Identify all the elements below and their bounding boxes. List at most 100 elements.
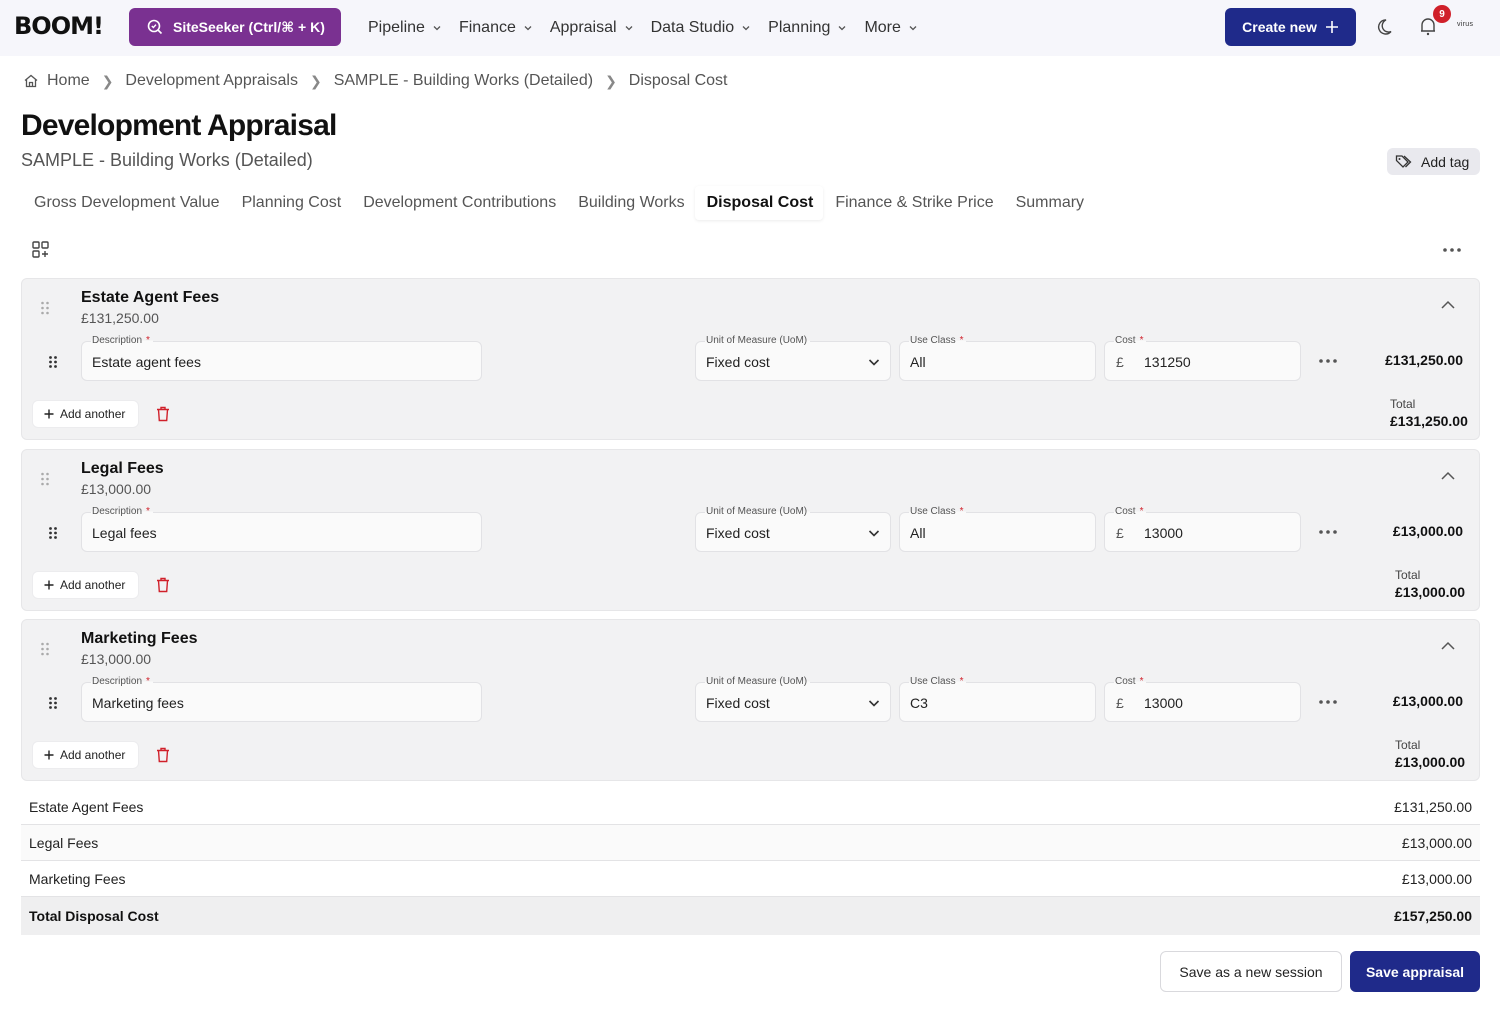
summary-row-value: £13,000.00: [1401, 834, 1472, 851]
nav-planning[interactable]: Planning: [768, 19, 847, 37]
section-total: £13,000.00: [1395, 754, 1466, 770]
plus-icon: [44, 580, 54, 590]
tab-disposal-cost[interactable]: Disposal Cost: [694, 186, 824, 220]
add-widget-grid-icon[interactable]: [31, 240, 51, 260]
tab-development-contributions[interactable]: Development Contributions: [351, 186, 566, 220]
summary-row-label: Legal Fees: [29, 834, 99, 851]
nav-data-studio[interactable]: Data Studio: [651, 19, 752, 37]
summary-row-value: £13,000.00: [1401, 870, 1472, 887]
add-another-button[interactable]: Add another: [32, 571, 139, 599]
nav-label: More: [864, 19, 901, 36]
tab-finance-strike-price[interactable]: Finance & Strike Price: [823, 186, 1003, 220]
row-more-options-icon[interactable]: [1318, 358, 1338, 364]
row-drag-handle-icon[interactable]: [48, 526, 58, 540]
drag-handle-icon[interactable]: [40, 300, 50, 316]
field-label: Cost *: [1114, 335, 1147, 346]
cost-field[interactable]: Cost * £ 13000: [1104, 676, 1301, 722]
siteseeker-search-button[interactable]: SiteSeeker (Ctrl/⌘ + K): [129, 8, 341, 46]
total-label: Total: [1395, 738, 1421, 752]
section-title: Legal Fees: [81, 460, 164, 477]
description-field[interactable]: Description * Marketing fees: [81, 676, 482, 722]
chevron-down-icon: [433, 26, 441, 31]
tab-summary[interactable]: Summary: [1004, 186, 1094, 220]
chevron-down-icon: [838, 26, 846, 31]
section-legal-fees: Legal Fees £13,000.00 Description * Legal…: [21, 449, 1480, 611]
description-value: Legal fees: [92, 525, 157, 541]
row-drag-handle-icon[interactable]: [48, 355, 58, 369]
user-menu[interactable]: virus: [1457, 21, 1473, 28]
save-appraisal-button[interactable]: Save appraisal: [1350, 951, 1480, 992]
field-label: Description *: [91, 335, 153, 346]
summary-row-value: £131,250.00: [1394, 798, 1472, 815]
summary-row: Marketing Fees £13,000.00: [21, 861, 1480, 897]
use-class-value: C3: [910, 695, 928, 711]
drag-handle-icon[interactable]: [40, 471, 50, 487]
chevron-up-icon[interactable]: [1440, 299, 1456, 311]
field-label: Unit of Measure (UoM): [705, 676, 811, 687]
add-another-button[interactable]: Add another: [32, 400, 139, 428]
disposal-cost-summary-table: Estate Agent Fees £131,250.00 Legal Fees…: [21, 789, 1480, 935]
dark-mode-toggle-icon[interactable]: [1377, 17, 1397, 37]
nav-pipeline[interactable]: Pipeline: [368, 19, 442, 37]
tab-gross-development-value[interactable]: Gross Development Value: [22, 186, 230, 220]
plus-icon: [1325, 21, 1338, 33]
use-class-field[interactable]: Use Class * All: [899, 506, 1096, 552]
main-menu: Pipeline Finance Appraisal Data Studio P…: [368, 0, 935, 56]
nav-label: Finance: [458, 19, 516, 36]
cost-value: 131250: [1144, 354, 1191, 370]
trash-icon[interactable]: [156, 406, 170, 422]
create-new-button[interactable]: Create new: [1225, 8, 1356, 46]
add-another-label: Add another: [60, 578, 126, 592]
uom-select[interactable]: Unit of Measure (UoM) Fixed cost: [695, 676, 891, 722]
chevron-up-icon[interactable]: [1440, 470, 1456, 482]
section-amount: £131,250.00: [81, 310, 159, 326]
uom-value: Fixed cost: [706, 525, 770, 541]
breadcrumb-home[interactable]: Home: [47, 72, 90, 90]
breadcrumb-development-appraisals[interactable]: Development Appraisals: [125, 72, 298, 90]
total-label: Total: [1395, 568, 1421, 582]
chevron-up-icon[interactable]: [1440, 640, 1456, 652]
save-as-new-session-button[interactable]: Save as a new session: [1160, 951, 1342, 992]
uom-select[interactable]: Unit of Measure (UoM) Fixed cost: [695, 506, 891, 552]
section-title: Estate Agent Fees: [81, 289, 220, 306]
description-value: Marketing fees: [92, 695, 184, 711]
currency-symbol: £: [1116, 695, 1124, 711]
cost-field[interactable]: Cost * £ 13000: [1104, 506, 1301, 552]
summary-total-row: Total Disposal Cost £157,250.00: [21, 897, 1480, 935]
section-title: Marketing Fees: [81, 630, 198, 647]
row-more-options-icon[interactable]: [1318, 699, 1338, 705]
add-tag-button[interactable]: Add tag: [1387, 148, 1480, 175]
add-another-button[interactable]: Add another: [32, 741, 139, 769]
row-drag-handle-icon[interactable]: [48, 696, 58, 710]
row-more-options-icon[interactable]: [1318, 529, 1338, 535]
description-field[interactable]: Description * Estate agent fees: [81, 335, 482, 381]
currency-symbol: £: [1116, 354, 1124, 370]
tab-building-works[interactable]: Building Works: [566, 186, 694, 220]
uom-select[interactable]: Unit of Measure (UoM) Fixed cost: [695, 335, 891, 381]
breadcrumb-appraisal[interactable]: SAMPLE - Building Works (Detailed): [334, 72, 593, 90]
chevron-right-icon: ❯: [101, 72, 114, 89]
siteseeker-label: SiteSeeker (Ctrl/⌘ + K): [173, 18, 325, 35]
cost-field[interactable]: Cost * £ 131250: [1104, 335, 1301, 381]
plus-icon: [44, 409, 54, 419]
description-field[interactable]: Description * Legal fees: [81, 506, 482, 552]
drag-handle-icon[interactable]: [40, 641, 50, 657]
trash-icon[interactable]: [156, 577, 170, 593]
nav-more[interactable]: More: [864, 19, 917, 37]
field-label: Use Class *: [909, 676, 967, 687]
page-title: Development Appraisal: [21, 109, 337, 142]
nav-appraisal[interactable]: Appraisal: [550, 19, 634, 37]
use-class-field[interactable]: Use Class * All: [899, 335, 1096, 381]
tab-planning-cost[interactable]: Planning Cost: [230, 186, 352, 220]
use-class-field[interactable]: Use Class * C3: [899, 676, 1096, 722]
more-options-icon[interactable]: [1442, 242, 1462, 258]
trash-icon[interactable]: [156, 747, 170, 763]
boom-logo[interactable]: BOOM!: [14, 12, 104, 40]
home-icon: [24, 74, 38, 88]
currency-symbol: £: [1116, 525, 1124, 541]
field-label: Use Class *: [909, 506, 967, 517]
chevron-right-icon: ❯: [605, 72, 617, 89]
row-total: £131,250.00: [1385, 352, 1463, 368]
nav-finance[interactable]: Finance: [459, 19, 533, 37]
summary-row: Legal Fees £13,000.00: [21, 825, 1480, 861]
